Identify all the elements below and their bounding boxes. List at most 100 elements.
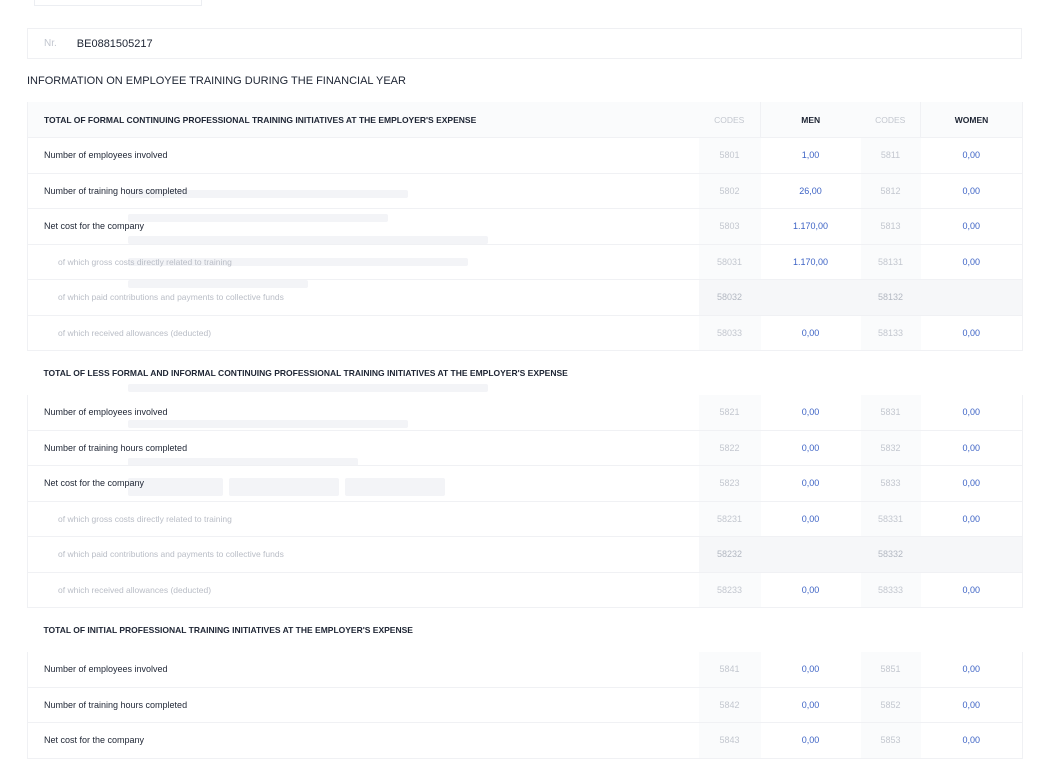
- row-label: Number of training hours completed: [27, 687, 699, 723]
- table-row: Number of training hours completed 5802 26…: [27, 173, 1023, 209]
- women-code: 5851: [860, 651, 921, 688]
- men-code: 58233: [698, 572, 761, 608]
- women-code: 58131: [860, 244, 921, 280]
- row-label: Net cost for the company: [27, 208, 699, 245]
- group-title: TOTAL OF INITIAL PROFESSIONAL TRAINING I…: [43, 624, 413, 635]
- men-code: 58031: [698, 244, 761, 280]
- men-value-field[interactable]: 0,00: [760, 465, 861, 502]
- men-code: 5802: [698, 173, 761, 209]
- women-value-field[interactable]: 0,00: [920, 465, 1023, 502]
- men-value-field[interactable]: [760, 536, 861, 573]
- table-row: Net cost for the company 5823 0,00 5833 0,00: [27, 465, 1023, 502]
- women-value-field[interactable]: [920, 536, 1023, 573]
- women-code: 58331: [860, 501, 921, 537]
- men-code: 5823: [698, 465, 761, 502]
- men-code: 5801: [698, 137, 761, 174]
- company-number-value: BE0881505217: [76, 37, 153, 50]
- men-column-header: MEN: [760, 102, 861, 138]
- women-value-field[interactable]: 0,00: [920, 244, 1023, 280]
- men-code: 5822: [698, 430, 761, 466]
- table-row: of which received allowances (deducted) 5…: [27, 315, 1023, 351]
- group-header-row: TOTAL OF INITIAL PROFESSIONAL TRAINING I…: [28, 608, 1023, 652]
- men-value-field[interactable]: 0,00: [760, 687, 861, 723]
- women-value-field[interactable]: 0,00: [920, 722, 1023, 759]
- women-value-field[interactable]: 0,00: [920, 315, 1023, 351]
- row-label: of which gross costs directly related to…: [27, 501, 699, 537]
- women-code: 58133: [860, 315, 921, 351]
- men-value-field[interactable]: 1.170,00: [760, 244, 861, 280]
- row-label: Number of employees involved: [27, 651, 699, 688]
- table-row: Number of training hours completed 5842 0,…: [27, 687, 1023, 723]
- men-code: 58232: [698, 536, 761, 573]
- women-value-field[interactable]: 0,00: [920, 572, 1023, 608]
- row-label: of which paid contributions and payments…: [27, 536, 699, 573]
- table-row: Net cost for the company 5803 1.170,00 5813…: [27, 208, 1023, 245]
- company-number-label: Nr.: [44, 38, 57, 49]
- table-row: of which paid contributions and payments…: [27, 536, 1023, 573]
- group-title: TOTAL OF FORMAL CONTINUING PROFESSIONAL …: [27, 102, 699, 138]
- row-label: of which gross costs directly related to…: [27, 244, 699, 280]
- men-code: 58032: [698, 279, 761, 316]
- women-value-field[interactable]: 0,00: [920, 687, 1023, 723]
- men-value-field[interactable]: 0,00: [760, 722, 861, 759]
- section-title: INFORMATION ON EMPLOYEE TRAINING DURING …: [27, 75, 406, 87]
- men-value-field[interactable]: 0,00: [760, 315, 861, 351]
- women-value-field[interactable]: 0,00: [920, 208, 1023, 245]
- table-row: of which gross costs directly related to…: [27, 501, 1023, 537]
- row-label: Number of training hours completed: [27, 173, 699, 209]
- women-code: 58333: [860, 572, 921, 608]
- row-label: Number of employees involved: [27, 394, 699, 431]
- men-value-field[interactable]: 26,00: [760, 173, 861, 209]
- women-code: 58332: [860, 536, 921, 573]
- group-header-row: TOTAL OF LESS FORMAL AND INFORMAL CONTIN…: [28, 351, 1023, 395]
- men-code: 5841: [698, 651, 761, 688]
- row-label: Number of training hours completed: [27, 430, 699, 466]
- men-code: 5842: [698, 687, 761, 723]
- table-row: Number of employees involved 5821 0,00 5831…: [27, 394, 1023, 431]
- row-label: of which received allowances (deducted): [27, 315, 699, 351]
- men-value-field[interactable]: 0,00: [760, 651, 861, 688]
- women-value-field[interactable]: 0,00: [920, 430, 1023, 466]
- table-row: of which paid contributions and payments…: [27, 279, 1023, 316]
- company-number-box: Nr. BE0881505217: [27, 28, 1022, 59]
- women-value-field[interactable]: 0,00: [920, 137, 1023, 174]
- men-value-field[interactable]: 0,00: [760, 572, 861, 608]
- row-label: Net cost for the company: [27, 465, 699, 502]
- row-label: of which received allowances (deducted): [27, 572, 699, 608]
- men-value-field[interactable]: 0,00: [760, 501, 861, 537]
- women-code: 5853: [860, 722, 921, 759]
- women-value-field[interactable]: [920, 279, 1023, 316]
- women-value-field[interactable]: 0,00: [920, 394, 1023, 431]
- women-code: 58132: [860, 279, 921, 316]
- women-code: 5852: [860, 687, 921, 723]
- table-row: Number of training hours completed 5822 0,…: [27, 430, 1023, 466]
- women-value-field[interactable]: 0,00: [920, 173, 1023, 209]
- group-header-row: TOTAL OF FORMAL CONTINUING PROFESSIONAL …: [27, 102, 1023, 138]
- row-label: Number of employees involved: [27, 137, 699, 174]
- codes-column-header: CODES: [698, 102, 761, 138]
- men-value-field[interactable]: 1,00: [760, 137, 861, 174]
- men-code: 58033: [698, 315, 761, 351]
- women-code: 5832: [860, 430, 921, 466]
- women-code: 5813: [860, 208, 921, 245]
- men-code: 5803: [698, 208, 761, 245]
- table-row: Number of employees involved 5841 0,00 5851…: [27, 651, 1023, 688]
- women-value-field[interactable]: 0,00: [920, 651, 1023, 688]
- top-card-edge: [34, 0, 202, 6]
- men-value-field[interactable]: 0,00: [760, 430, 861, 466]
- table-row: Net cost for the company 5843 0,00 5853 0,00: [27, 722, 1023, 759]
- codes-column-header: CODES: [860, 102, 921, 138]
- men-value-field[interactable]: 0,00: [760, 394, 861, 431]
- training-table: TOTAL OF FORMAL CONTINUING PROFESSIONAL …: [27, 102, 1023, 759]
- men-code: 5843: [698, 722, 761, 759]
- row-label: Net cost for the company: [27, 722, 699, 759]
- table-row: of which received allowances (deducted) 5…: [27, 572, 1023, 608]
- table-row: Number of employees involved 5801 1,00 5811…: [27, 137, 1023, 174]
- women-column-header: WOMEN: [920, 102, 1023, 138]
- women-code: 5831: [860, 394, 921, 431]
- women-code: 5833: [860, 465, 921, 502]
- men-value-field[interactable]: [760, 279, 861, 316]
- table-row: of which gross costs directly related to…: [27, 244, 1023, 280]
- men-value-field[interactable]: 1.170,00: [760, 208, 861, 245]
- women-value-field[interactable]: 0,00: [920, 501, 1023, 537]
